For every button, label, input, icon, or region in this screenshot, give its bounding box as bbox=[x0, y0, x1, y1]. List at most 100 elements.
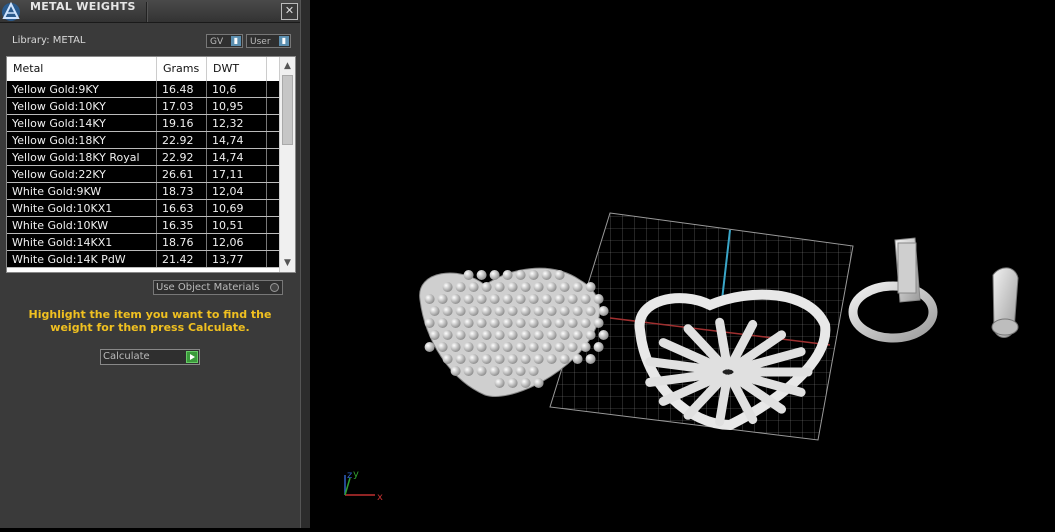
gem-sphere bbox=[463, 318, 474, 328]
cell-grams: 21.42 bbox=[157, 251, 207, 267]
gem-sphere bbox=[515, 294, 526, 304]
user-toggle[interactable]: User ▮ bbox=[246, 34, 291, 48]
instruction-text: Highlight the item you want to find the … bbox=[28, 308, 272, 334]
table-row[interactable]: Yellow Gold:9KY 16.48 10,6 bbox=[7, 81, 279, 98]
gem-sphere bbox=[593, 342, 604, 352]
gem-sphere bbox=[533, 306, 544, 316]
gem-sphere bbox=[567, 294, 578, 304]
gem-sphere bbox=[520, 306, 531, 316]
table-row[interactable]: White Gold:10KX1 16.63 10,69 bbox=[7, 200, 279, 217]
gem-sphere bbox=[463, 342, 474, 352]
table-row[interactable]: Yellow Gold:10KY 17.03 10,95 bbox=[7, 98, 279, 115]
cell-dwt: 12,06 bbox=[207, 234, 267, 250]
gem-sphere bbox=[528, 294, 539, 304]
gem-sphere bbox=[507, 282, 518, 292]
cell-grams: 16.48 bbox=[157, 81, 207, 97]
scroll-up-icon[interactable]: ▲ bbox=[280, 59, 295, 73]
use-object-materials-label: Use Object Materials bbox=[156, 282, 260, 293]
gem-sphere bbox=[580, 294, 591, 304]
column-header-grams[interactable]: Grams bbox=[157, 57, 207, 81]
gem-sphere bbox=[572, 282, 583, 292]
small-ring-model[interactable] bbox=[991, 267, 1019, 338]
gem-sphere bbox=[429, 330, 440, 340]
gem-sphere bbox=[593, 294, 604, 304]
panel-titlebar: METAL WEIGHTS ✕ bbox=[0, 0, 300, 23]
gem-sphere bbox=[585, 282, 596, 292]
scroll-down-icon[interactable]: ▼ bbox=[280, 256, 295, 270]
table-row[interactable]: White Gold:14KX1 18.76 12,06 bbox=[7, 234, 279, 251]
gem-sphere bbox=[476, 294, 487, 304]
gem-sphere bbox=[424, 318, 435, 328]
cell-spacer bbox=[267, 200, 279, 216]
gem-sphere bbox=[546, 306, 557, 316]
close-button[interactable]: ✕ bbox=[281, 3, 298, 20]
gem-sphere bbox=[528, 270, 539, 280]
table-row[interactable]: White Gold:14K PdW 21.42 13,77 bbox=[7, 251, 279, 268]
library-label: Library: METAL bbox=[12, 35, 86, 46]
gem-sphere bbox=[476, 366, 487, 376]
calculate-label: Calculate bbox=[103, 351, 150, 362]
table-row[interactable]: Yellow Gold:18KY 22.92 14,74 bbox=[7, 132, 279, 149]
cell-grams: 19.16 bbox=[157, 115, 207, 131]
column-header-metal[interactable]: Metal bbox=[7, 57, 157, 81]
gem-sphere bbox=[546, 330, 557, 340]
gem-sphere bbox=[520, 354, 531, 364]
axis-x-label: x bbox=[377, 492, 383, 503]
cell-spacer bbox=[267, 81, 279, 97]
cell-metal: White Gold:9KW bbox=[7, 183, 157, 199]
column-header-dwt[interactable]: DWT bbox=[207, 57, 267, 81]
gem-sphere bbox=[559, 354, 570, 364]
gem-sphere bbox=[585, 330, 596, 340]
gem-sphere bbox=[437, 318, 448, 328]
gem-sphere bbox=[507, 354, 518, 364]
table-row[interactable]: White Gold:10KW 16.35 10,51 bbox=[7, 217, 279, 234]
cell-dwt: 14,74 bbox=[207, 149, 267, 165]
gem-sphere bbox=[528, 342, 539, 352]
table-row[interactable]: White Gold:9KW 18.73 12,04 bbox=[7, 183, 279, 200]
gem-sphere bbox=[559, 282, 570, 292]
gem-sphere bbox=[437, 342, 448, 352]
cell-spacer bbox=[267, 217, 279, 233]
gem-sphere bbox=[515, 270, 526, 280]
cell-dwt: 14,74 bbox=[207, 132, 267, 148]
cell-grams: 17.03 bbox=[157, 98, 207, 114]
gem-sphere bbox=[541, 270, 552, 280]
gem-sphere bbox=[502, 342, 513, 352]
gem-sphere bbox=[554, 342, 565, 352]
gem-sphere bbox=[463, 366, 474, 376]
use-object-materials-option[interactable]: Use Object Materials bbox=[153, 280, 283, 295]
gem-sphere bbox=[533, 378, 544, 388]
ring-model[interactable] bbox=[848, 237, 938, 343]
scroll-thumb[interactable] bbox=[282, 75, 293, 145]
table-row[interactable]: Yellow Gold:22KY 26.61 17,11 bbox=[7, 166, 279, 183]
gem-sphere bbox=[533, 330, 544, 340]
gem-sphere bbox=[481, 354, 492, 364]
gem-sphere bbox=[468, 306, 479, 316]
user-indicator-icon: ▮ bbox=[279, 36, 289, 46]
gem-sphere bbox=[442, 282, 453, 292]
table-row[interactable]: Yellow Gold:18KY Royal 22.92 14,74 bbox=[7, 149, 279, 166]
gem-sphere bbox=[502, 270, 513, 280]
table-row[interactable]: Yellow Gold:14KY 19.16 12,32 bbox=[7, 115, 279, 132]
cell-metal: Yellow Gold:14KY bbox=[7, 115, 157, 131]
gv-toggle[interactable]: GV ▮ bbox=[206, 34, 243, 48]
gem-sphere bbox=[494, 354, 505, 364]
gem-sphere bbox=[515, 342, 526, 352]
table-scrollbar[interactable]: ▲ ▼ bbox=[279, 57, 295, 272]
gem-sphere bbox=[455, 282, 466, 292]
play-arrow-icon bbox=[186, 351, 198, 363]
3d-viewport[interactable]: x z y bbox=[310, 0, 1055, 528]
gem-sphere bbox=[559, 306, 570, 316]
gem-sphere bbox=[450, 318, 461, 328]
gem-sphere bbox=[463, 294, 474, 304]
cell-spacer bbox=[267, 149, 279, 165]
gem-sphere bbox=[476, 270, 487, 280]
calculate-button[interactable]: Calculate bbox=[100, 349, 200, 365]
gem-sphere bbox=[455, 330, 466, 340]
gem-sphere bbox=[515, 318, 526, 328]
cell-metal: Yellow Gold:18KY Royal bbox=[7, 149, 157, 165]
cell-dwt: 10,6 bbox=[207, 81, 267, 97]
gem-sphere bbox=[468, 282, 479, 292]
cell-metal: White Gold:14KX1 bbox=[7, 234, 157, 250]
cell-dwt: 10,69 bbox=[207, 200, 267, 216]
